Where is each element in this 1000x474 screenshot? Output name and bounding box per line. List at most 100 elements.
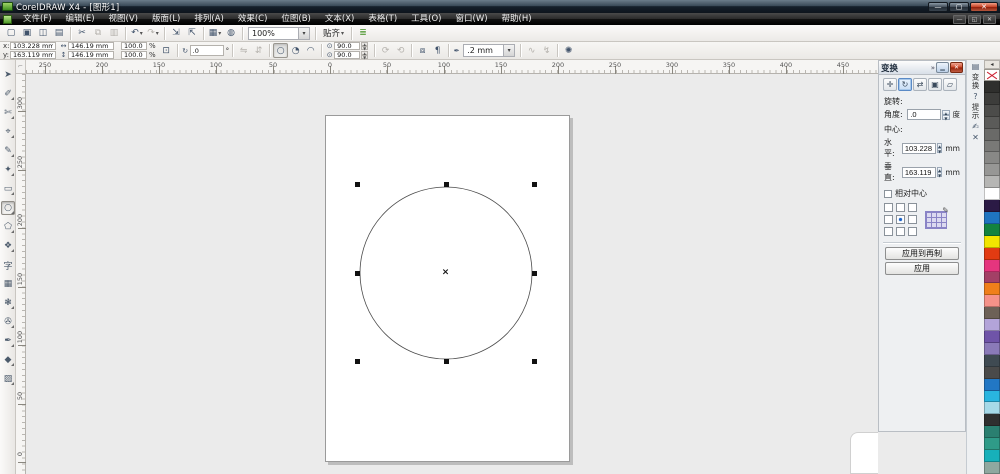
menu-item-5[interactable]: 效果(C) (231, 13, 275, 25)
menu-item-1[interactable]: 编辑(E) (59, 13, 102, 25)
selection-handle[interactable] (532, 270, 537, 276)
color-swatch-16[interactable] (984, 271, 1000, 284)
document-page[interactable] (325, 115, 570, 462)
object-center-mark[interactable]: × (442, 267, 450, 277)
doc-restore-button[interactable]: ◱ (968, 14, 981, 24)
skew-tab[interactable]: ▱ (943, 78, 957, 91)
menu-item-10[interactable]: 窗口(W) (449, 13, 495, 25)
color-swatch-8[interactable] (984, 176, 1000, 189)
crop-tool[interactable]: ✄ (1, 106, 15, 120)
chevron-down-icon[interactable]: ▾ (218, 30, 221, 37)
maximize-button[interactable]: ▢ (949, 1, 969, 12)
anchor-cell-8[interactable] (908, 227, 917, 236)
paste-icon[interactable]: ▥ (107, 26, 122, 41)
docker-vertical-input[interactable] (901, 166, 936, 178)
snap-to-button[interactable]: 贴齐 ▾ (319, 26, 348, 41)
color-swatch-31[interactable] (984, 450, 1000, 462)
eyedropper-tool[interactable]: ✇ (1, 315, 15, 329)
undo-icon[interactable]: ↶ ▾ (130, 26, 145, 41)
color-swatch-22[interactable] (984, 342, 1000, 355)
rotation-angle-input[interactable] (189, 45, 224, 56)
color-swatch-25[interactable] (984, 378, 1000, 391)
color-swatch-0[interactable] (984, 81, 1000, 93)
color-swatch-11[interactable] (984, 211, 1000, 224)
spin-down-icon[interactable]: ▼ (936, 148, 943, 154)
rotate-tab[interactable]: ↻ (898, 78, 912, 91)
object-y-input[interactable] (10, 51, 56, 59)
color-swatch-24[interactable] (984, 366, 1000, 379)
relative-center-checkbox[interactable] (884, 189, 892, 198)
anchor-cell-3[interactable] (884, 215, 893, 224)
menu-item-7[interactable]: 文本(X) (318, 13, 361, 25)
drawing-canvas[interactable]: × (26, 74, 878, 474)
docker-tab-transform[interactable]: 变换 (970, 73, 981, 90)
docker-horizontal-input[interactable] (901, 142, 936, 154)
vertical-ruler[interactable]: 300 250 200 150 100 50 0 (16, 74, 26, 474)
welcome-screen-icon[interactable]: ◍ (224, 26, 239, 41)
anchor-cell-0[interactable] (884, 203, 893, 212)
anchor-cell-4[interactable] (896, 215, 905, 224)
selection-handle[interactable] (355, 270, 360, 276)
rectangle-tool[interactable]: ▭ (1, 182, 15, 196)
selection-handle[interactable] (443, 359, 449, 364)
color-swatch-21[interactable] (984, 331, 1000, 343)
selection-handle[interactable] (532, 182, 537, 187)
palette-scroll-up-icon[interactable]: ◂ (984, 60, 1000, 69)
color-swatch-1[interactable] (984, 92, 1000, 105)
size-tab[interactable]: ▣ (928, 78, 942, 91)
options-icon[interactable]: ≣ (356, 26, 371, 41)
arc-mode-button[interactable]: ◠ (303, 43, 318, 58)
color-swatch-17[interactable] (984, 283, 1000, 296)
anchor-cell-7[interactable] (896, 227, 905, 236)
color-swatch-3[interactable] (984, 116, 1000, 129)
to-front-icon[interactable]: ⧈ (415, 43, 430, 58)
color-swatch-15[interactable] (984, 259, 1000, 272)
export-icon[interactable]: ⇱ (185, 26, 200, 41)
color-swatch-7[interactable] (984, 164, 1000, 177)
save-icon[interactable]: ◫ (36, 26, 51, 41)
pie-mode-button[interactable]: ◔ (288, 43, 303, 58)
selection-handle[interactable] (355, 359, 360, 364)
color-swatch-2[interactable] (984, 104, 1000, 117)
close-curve-icon[interactable]: ↯ (539, 43, 554, 58)
outline-width-combo[interactable]: .2 mm ▾ (463, 44, 516, 57)
selection-handle[interactable] (443, 182, 449, 187)
docker-minimize-icon[interactable]: ▁ (936, 62, 949, 73)
menu-item-8[interactable]: 表格(T) (361, 13, 404, 25)
scale-mirror-tab[interactable]: ⇄ (913, 78, 927, 91)
ellipse-mode-button[interactable]: ○ (273, 43, 289, 58)
docker-tab-hints[interactable]: 提示 (970, 103, 981, 120)
open-icon[interactable]: ▣ (20, 26, 35, 41)
color-swatch-28[interactable] (984, 414, 1000, 427)
color-swatch-19[interactable] (984, 307, 1000, 320)
color-swatch-23[interactable] (984, 354, 1000, 367)
interactive-fill-tool[interactable]: ▨ (1, 372, 15, 386)
outline-pen-tool[interactable]: ✒ (1, 334, 15, 348)
scale-h-input[interactable] (121, 42, 147, 50)
menu-item-6[interactable]: 位图(B) (274, 13, 317, 25)
clockwise-arc-icon[interactable]: ⟳ (378, 43, 393, 58)
apply-button[interactable]: 应用 (885, 262, 959, 275)
mirror-vertical-icon[interactable]: ⇵ (251, 43, 266, 58)
whats-this-icon[interactable]: ? (968, 92, 984, 101)
color-swatch-18[interactable] (984, 295, 1000, 308)
menu-item-9[interactable]: 工具(O) (404, 13, 448, 25)
table-tool[interactable]: ▦ (1, 277, 15, 291)
new-icon[interactable]: ▢ (4, 26, 19, 41)
ruler-origin-icon[interactable]: ⌐ (16, 60, 26, 74)
apply-to-duplicate-button[interactable]: 应用到再制 (885, 247, 959, 260)
spin-down-icon[interactable]: ▼ (361, 55, 369, 60)
import-icon[interactable]: ⇲ (169, 26, 184, 41)
pick-tool[interactable]: ➤ (1, 68, 15, 82)
freehand-tool[interactable]: ✎ (1, 144, 15, 158)
anchor-cell-2[interactable] (908, 203, 917, 212)
color-swatch-32[interactable] (984, 462, 1000, 474)
start-angle-input[interactable] (334, 42, 361, 50)
chevron-down-icon[interactable]: ▾ (298, 27, 309, 39)
fill-tool[interactable]: ◆ (1, 353, 15, 367)
color-swatch-4[interactable] (984, 128, 1000, 141)
anchor-cell-1[interactable] (896, 203, 905, 212)
menu-item-2[interactable]: 视图(V) (102, 13, 145, 25)
color-swatch-29[interactable] (984, 426, 1000, 439)
smart-fill-tool[interactable]: ✦ (1, 163, 15, 177)
